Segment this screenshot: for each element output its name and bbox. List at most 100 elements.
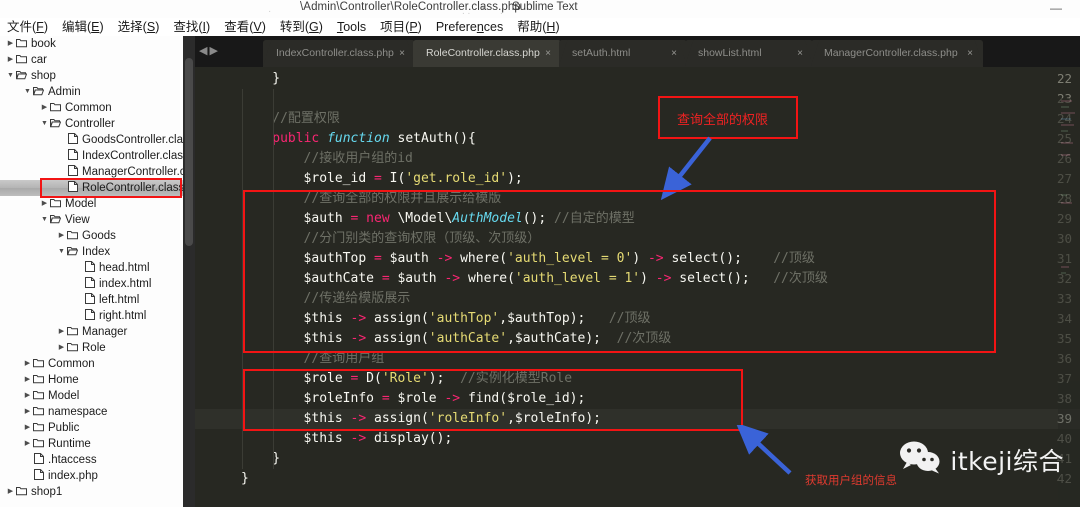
editor-tab[interactable]: setAuth.html × xyxy=(559,40,687,67)
tree-folder-item[interactable]: ▼ Admin xyxy=(0,84,183,100)
tree-file-item[interactable]: · head.html xyxy=(0,260,183,276)
tree-folder-item[interactable]: ▶ Manager xyxy=(0,324,183,340)
chevron-right-icon[interactable]: ▶ xyxy=(23,420,32,436)
chevron-right-icon[interactable]: ▶ xyxy=(57,228,66,244)
chevron-right-icon[interactable]: ▶ xyxy=(23,388,32,404)
tree-file-item[interactable]: · .htaccess xyxy=(0,452,183,468)
tree-folder-item[interactable]: ▶ Goods xyxy=(0,228,183,244)
tab-close-icon[interactable]: × xyxy=(967,40,973,67)
tree-file-item[interactable]: · index.html xyxy=(0,276,183,292)
menu-accel: S xyxy=(146,20,156,34)
code-line[interactable]: //接收用户组的id xyxy=(304,149,413,169)
tab-next-icon[interactable]: ▶ xyxy=(209,45,219,57)
code-line[interactable]: //传递给模版展示 xyxy=(304,289,411,309)
menu-item-2[interactable]: 选择(S) xyxy=(111,18,167,36)
tree-file-item[interactable]: · left.html xyxy=(0,292,183,308)
chevron-right-icon[interactable]: ▶ xyxy=(6,484,15,500)
tree-folder-item[interactable]: ▶ Runtime xyxy=(0,436,183,452)
code-line[interactable]: $authCate = $auth -> where('auth_level =… xyxy=(304,269,828,289)
code-line[interactable]: public function setAuth(){ xyxy=(272,129,476,149)
tree-folder-item[interactable]: ▼ shop xyxy=(0,68,183,84)
tab-close-icon[interactable]: × xyxy=(671,40,677,67)
code-line[interactable]: $this -> assign('roleInfo',$roleInfo); xyxy=(304,409,601,429)
tree-folder-item[interactable]: ▶ Common xyxy=(0,356,183,372)
tab-nav-arrows[interactable]: ◀▶ xyxy=(199,44,225,58)
tree-file-item[interactable]: · right.html xyxy=(0,308,183,324)
chevron-down-icon[interactable]: ▼ xyxy=(40,212,49,228)
tab-close-icon[interactable]: × xyxy=(399,40,405,67)
menu-item-4[interactable]: 查看(V) xyxy=(217,18,273,36)
sidebar-scrollbar[interactable] xyxy=(183,36,195,507)
code-line[interactable]: } xyxy=(272,69,280,89)
menu-item-3[interactable]: 查找(I) xyxy=(166,18,217,36)
menu-item-7[interactable]: 项目(P) xyxy=(373,18,429,36)
menu-item-6[interactable]: Tools xyxy=(330,18,373,36)
minimize-button[interactable]: — xyxy=(1050,1,1062,15)
sidebar-scrollbar-thumb[interactable] xyxy=(185,58,193,246)
chevron-right-icon[interactable]: ▶ xyxy=(40,196,49,212)
tree-folder-item[interactable]: ▼ View xyxy=(0,212,183,228)
menu-item-8[interactable]: Preferences xyxy=(429,18,510,36)
tree-folder-item[interactable]: ▶ Model xyxy=(0,196,183,212)
tree-file-item[interactable]: · IndexController.class.ph xyxy=(0,148,183,164)
code-line[interactable]: } xyxy=(241,469,249,489)
chevron-down-icon[interactable]: ▼ xyxy=(40,116,49,132)
chevron-right-icon[interactable]: ▶ xyxy=(23,404,32,420)
tree-file-item[interactable]: · GoodsController.class.ph xyxy=(0,132,183,148)
code-token-st: 'Role' xyxy=(381,371,429,386)
tree-folder-item[interactable]: ▶ Role xyxy=(0,340,183,356)
code-line[interactable]: //查询全部的权限并且展示给模版 xyxy=(304,189,502,209)
code-line[interactable]: //查询用户组 xyxy=(304,349,385,369)
tree-folder-item[interactable]: ▶ Common xyxy=(0,100,183,116)
chevron-right-icon[interactable]: ▶ xyxy=(23,436,32,452)
tab-close-icon[interactable]: × xyxy=(545,40,551,67)
editor-tab[interactable]: IndexController.class.php × xyxy=(263,40,415,67)
tab-prev-icon[interactable]: ◀ xyxy=(199,45,209,57)
menu-accel: E xyxy=(91,20,100,34)
title-bar: · \Admin\Controller\RoleController.class… xyxy=(0,0,1080,18)
chevron-right-icon[interactable]: ▶ xyxy=(23,356,32,372)
tree-folder-item[interactable]: ▶ Home xyxy=(0,372,183,388)
editor-tab[interactable]: ManagerController.class.php × xyxy=(811,40,983,67)
tree-file-item[interactable]: · ManagerController.class xyxy=(0,164,183,180)
editor-tab-label: setAuth.html xyxy=(572,47,631,59)
chevron-down-icon[interactable]: ▼ xyxy=(23,84,32,100)
menu-item-0[interactable]: 文件(F) xyxy=(0,18,55,36)
menu-item-9[interactable]: 帮助(H) xyxy=(510,18,566,36)
chevron-right-icon[interactable]: ▶ xyxy=(57,340,66,356)
tree-folder-item[interactable]: ▶ Public xyxy=(0,420,183,436)
code-line[interactable]: //配置权限 xyxy=(272,109,340,129)
chevron-right-icon[interactable]: ▶ xyxy=(40,100,49,116)
chevron-right-icon[interactable]: ▶ xyxy=(23,372,32,388)
tab-close-icon[interactable]: × xyxy=(797,40,803,67)
code-line[interactable]: $this -> display(); xyxy=(304,429,453,449)
code-line[interactable]: $authTop = $auth -> where('auth_level = … xyxy=(304,249,815,269)
tree-folder-item[interactable]: ▶ book xyxy=(0,36,183,52)
chevron-down-icon[interactable]: ▼ xyxy=(57,244,66,260)
menu-item-1[interactable]: 编辑(E) xyxy=(55,18,111,36)
tree-folder-item[interactable]: ▶ car xyxy=(0,52,183,68)
chevron-right-icon[interactable]: ▶ xyxy=(57,324,66,340)
file-tree[interactable]: ▶ book ▶ car ▼ shop ▼ Admin ▶ Common ▼ Controller · G… xyxy=(0,36,183,500)
tree-folder-item[interactable]: ▶ Model xyxy=(0,388,183,404)
project-sidebar[interactable]: ▶ book ▶ car ▼ shop ▼ Admin ▶ Common ▼ Controller · G… xyxy=(0,36,183,507)
code-line[interactable]: $this -> assign('authTop',$authTop); //顶… xyxy=(304,309,651,329)
tree-folder-item[interactable]: ▼ Index xyxy=(0,244,183,260)
code-line[interactable]: $role_id = I('get.role_id'); xyxy=(304,169,523,189)
code-line[interactable]: $role = D('Role'); //实例化模型Role xyxy=(304,369,573,389)
chevron-right-icon[interactable]: ▶ xyxy=(6,36,15,52)
editor-tab-active[interactable]: RoleController.class.php × xyxy=(413,40,561,67)
tree-folder-item[interactable]: ▼ Controller xyxy=(0,116,183,132)
tree-folder-item[interactable]: ▶ namespace xyxy=(0,404,183,420)
code-line[interactable]: //分门别类的查询权限（顶级、次顶级） xyxy=(304,229,541,249)
chevron-right-icon[interactable]: ▶ xyxy=(6,52,15,68)
code-line[interactable]: $roleInfo = $role -> find($role_id); xyxy=(304,389,586,409)
menu-item-5[interactable]: 转到(G) xyxy=(273,18,330,36)
tree-folder-item[interactable]: ▶ shop1 xyxy=(0,484,183,500)
chevron-down-icon[interactable]: ▼ xyxy=(6,68,15,84)
tree-file-item[interactable]: · index.php xyxy=(0,468,183,484)
code-line[interactable]: $auth = new \Model\AuthModel(); //自定的模型 xyxy=(304,209,635,229)
tree-file-item[interactable]: · RoleController.class.php xyxy=(0,180,183,196)
code-line[interactable]: $this -> assign('authCate',$authCate); /… xyxy=(304,329,672,349)
editor-tab[interactable]: showList.html × xyxy=(685,40,813,67)
